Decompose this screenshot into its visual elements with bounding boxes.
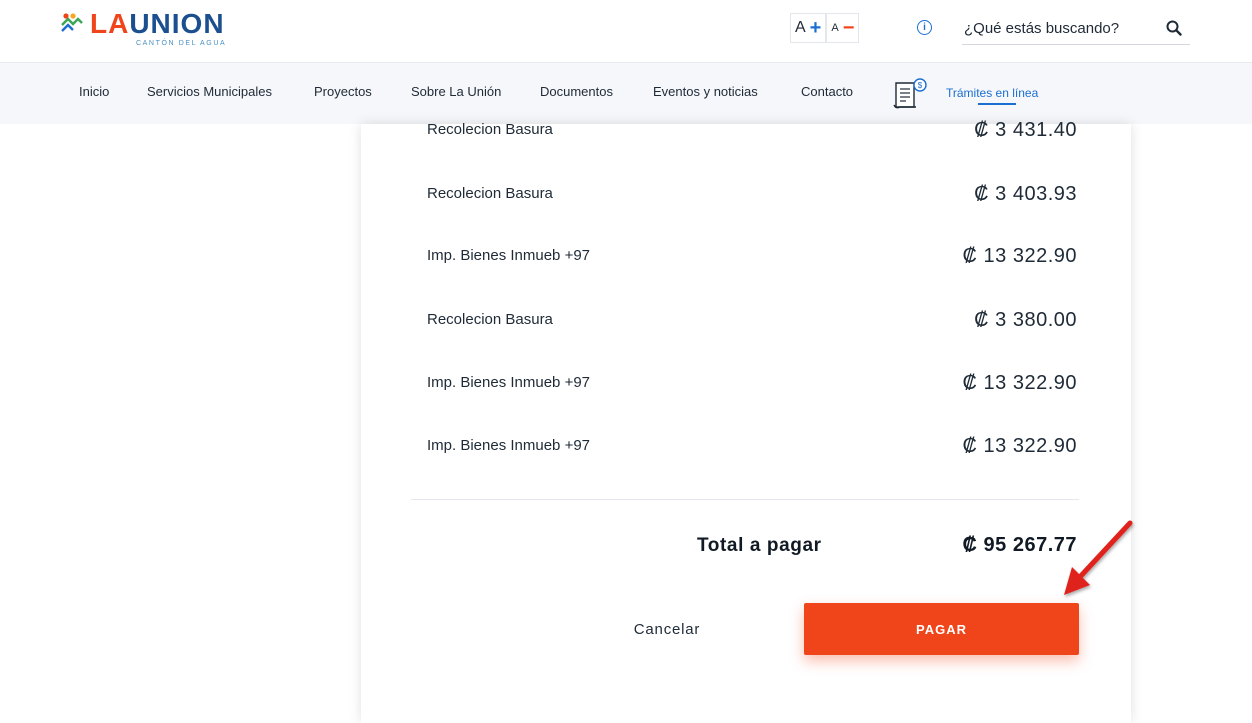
active-underline xyxy=(978,103,1016,105)
font-decrease-letter: A xyxy=(831,22,839,34)
charge-amount: ₡ 13 322.90 xyxy=(962,245,1077,267)
logo-mark-icon xyxy=(61,13,83,32)
charge-amount: ₡ 13 322.90 xyxy=(962,372,1077,394)
charge-description: Imp. Bienes Inmueb +97 xyxy=(427,437,591,454)
svg-text:$: $ xyxy=(918,81,923,90)
nav-item-contacto[interactable]: Contacto xyxy=(801,84,853,99)
charge-amount: ₡ 3 380.00 xyxy=(974,309,1077,331)
total-label: Total a pagar xyxy=(697,535,822,556)
charge-row: Recolecion Basura ₡ 3 403.93 xyxy=(361,183,1131,215)
top-header: LA UNION CANTÓN DEL AGUA A + A − i xyxy=(0,0,1252,62)
charge-row: Imp. Bienes Inmueb +97 ₡ 13 322.90 xyxy=(361,245,1131,277)
nav-item-tramites-en-linea[interactable]: Trámites en línea xyxy=(946,86,1038,100)
font-size-controls: A + A − xyxy=(790,13,860,43)
search-icon[interactable] xyxy=(1166,20,1182,36)
font-decrease-button[interactable]: A − xyxy=(826,13,860,43)
charge-amount: ₡ 13 322.90 xyxy=(962,435,1077,457)
logo-la-text: LA xyxy=(90,8,130,39)
annotation-arrow-icon xyxy=(1064,520,1133,595)
search-input[interactable] xyxy=(962,14,1150,42)
plus-icon: + xyxy=(809,16,822,39)
charge-description: Recolecion Basura xyxy=(427,185,553,202)
total-divider xyxy=(411,499,1079,500)
logo-subtitle: CANTÓN DEL AGUA xyxy=(136,40,227,47)
search-box xyxy=(962,14,1190,45)
pay-button[interactable]: PAGAR xyxy=(804,603,1079,655)
charge-amount: ₡ 3 431.40 xyxy=(974,119,1077,141)
charge-amount: ₡ 3 403.93 xyxy=(974,183,1077,205)
minus-icon: − xyxy=(842,16,855,39)
info-icon[interactable]: i xyxy=(917,20,932,35)
nav-item-inicio[interactable]: Inicio xyxy=(79,84,109,99)
charge-description: Imp. Bienes Inmueb +97 xyxy=(427,374,591,391)
charge-row: Recolecion Basura ₡ 3 380.00 xyxy=(361,309,1131,341)
nav-item-proyectos[interactable]: Proyectos xyxy=(314,84,372,99)
cancel-button[interactable]: Cancelar xyxy=(615,614,719,644)
charge-description: Recolecion Basura xyxy=(427,121,553,138)
charge-row: Imp. Bienes Inmueb +97 ₡ 13 322.90 xyxy=(361,372,1131,404)
charge-row: Imp. Bienes Inmueb +97 ₡ 13 322.90 xyxy=(361,435,1131,467)
main-navigation: Inicio Servicios Municipales Proyectos S… xyxy=(0,62,1252,124)
charge-description: Recolecion Basura xyxy=(427,311,553,328)
logo-union-text: UNION xyxy=(129,8,225,39)
document-payment-icon[interactable]: $ xyxy=(892,77,930,111)
site-logo[interactable]: LA UNION CANTÓN DEL AGUA xyxy=(60,10,226,47)
payment-summary-card: Recolecion Basura ₡ 3 431.40 Recolecion … xyxy=(361,119,1131,723)
font-increase-letter: A xyxy=(795,19,806,36)
nav-item-eventos-y-noticias[interactable]: Eventos y noticias xyxy=(653,84,758,99)
charge-description: Imp. Bienes Inmueb +97 xyxy=(427,247,591,264)
nav-item-servicios-municipales[interactable]: Servicios Municipales xyxy=(147,84,272,99)
charge-row: Recolecion Basura ₡ 3 431.40 xyxy=(361,119,1131,151)
font-increase-button[interactable]: A + xyxy=(790,13,827,43)
nav-item-sobre-la-union[interactable]: Sobre La Unión xyxy=(411,84,501,99)
nav-item-documentos[interactable]: Documentos xyxy=(540,84,613,99)
